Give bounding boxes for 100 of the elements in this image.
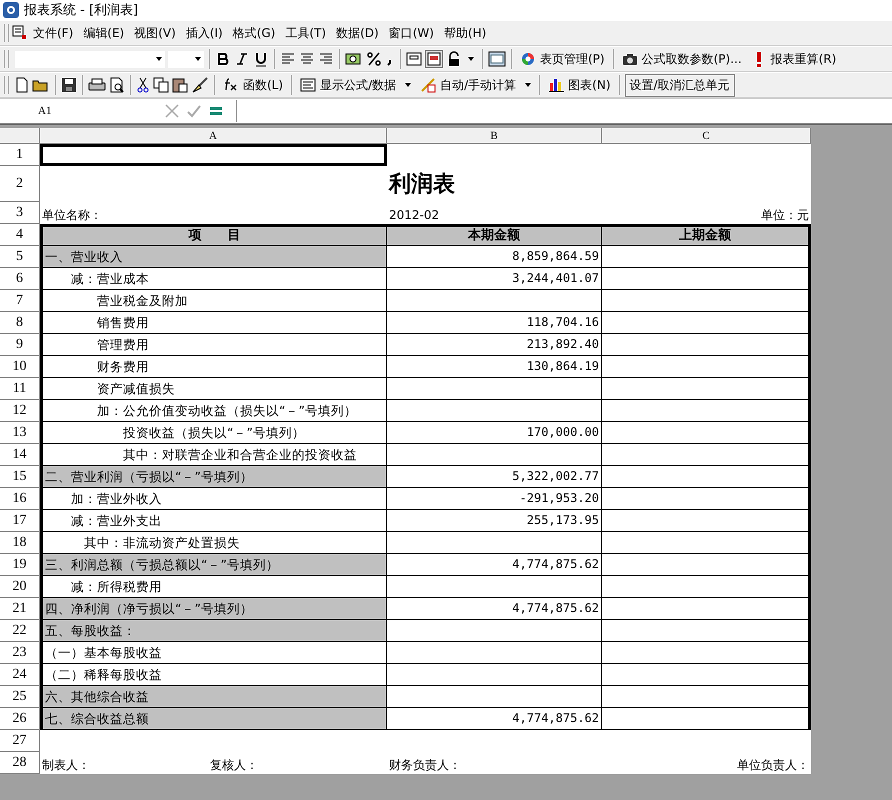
menu-item[interactable]: 数据(D) [331,22,384,44]
column-header[interactable]: A [40,128,387,144]
menu-item[interactable]: 插入(I) [180,22,228,44]
scissors-icon[interactable] [136,77,150,93]
check-icon[interactable] [186,103,202,119]
printer-icon[interactable] [88,77,106,93]
table-cell: 加：公允价值变动收益（损失以“－”号填列） [40,400,387,422]
money-icon[interactable] [345,51,363,67]
row-header[interactable]: 21 [0,598,40,620]
column-header[interactable]: B [387,128,602,144]
document-icon[interactable] [12,25,28,41]
underline-button[interactable] [253,51,269,67]
clipboard-icon[interactable] [172,77,188,93]
row-header[interactable]: 3 [0,202,40,224]
caret-icon[interactable] [468,57,474,61]
border-icon[interactable] [406,51,422,67]
table-cell: 118,704.16 [387,312,602,334]
toolbar-button[interactable]: 设置/取消汇总单元 [624,74,735,96]
row-header[interactable]: 10 [0,356,40,378]
row-header[interactable]: 20 [0,576,40,598]
table-cell: 三、利润总额（亏损总额以“－”号填列） [40,554,387,576]
brush-icon[interactable] [191,77,209,93]
row-header[interactable]: 24 [0,664,40,686]
row-header[interactable]: 22 [0,620,40,642]
table-cell-text: 财务负责人： [388,757,462,774]
row-header[interactable]: 8 [0,312,40,334]
column-heading: 项 目 [40,224,387,246]
row-header[interactable]: 28 [0,752,40,774]
italic-button[interactable] [234,51,250,67]
exclamation-icon [756,52,761,66]
menu-item[interactable]: 文件(F) [28,22,78,44]
table-icon [300,77,316,93]
table-cell: 4,774,875.62 [387,554,602,576]
toolbar-button[interactable]: 函数(L) [220,76,286,94]
row-header[interactable]: 11 [0,378,40,400]
table-cell: 财务费用 [40,356,387,378]
row-header[interactable]: 19 [0,554,40,576]
row-header[interactable]: 23 [0,642,40,664]
percent-icon[interactable] [366,51,382,67]
report-title: 利润表 [388,171,456,199]
table-cell: 五、每股收益： [40,620,387,642]
table-cell: 营业税金及附加 [40,290,387,312]
table-cell-text: 单位负责人： [736,757,810,774]
row-header[interactable]: 9 [0,334,40,356]
row-header[interactable]: 17 [0,510,40,532]
caret-icon[interactable] [525,83,532,87]
menu-item[interactable]: 编辑(E) [78,22,130,44]
bar-chart-icon [548,77,564,93]
row-header[interactable]: 16 [0,488,40,510]
row-header[interactable]: 4 [0,224,40,246]
menu-item[interactable]: 工具(T) [280,22,332,44]
save-icon[interactable] [61,77,77,93]
toolbar-button[interactable]: 报表重算(R) [748,50,840,68]
row-header[interactable]: 13 [0,422,40,444]
window-title: 报表系统 - [利润表] [24,2,138,19]
row-header[interactable]: 25 [0,686,40,708]
function-icon [223,77,239,93]
copy-icon[interactable] [153,77,169,93]
row-header[interactable]: 14 [0,444,40,466]
table-cell-text: 单位：元 [760,207,810,224]
table-cell: 二、营业利润（亏损以“－”号填列） [40,466,387,488]
new-file-icon[interactable] [15,77,29,93]
row-header[interactable]: 7 [0,290,40,312]
row-header[interactable]: 18 [0,532,40,554]
toolbar-button[interactable]: 图表(N) [545,76,614,94]
grid-icon[interactable] [425,50,443,68]
row-header[interactable]: 15 [0,466,40,488]
table-cell: （一）基本每股收益 [40,642,387,664]
column-header[interactable]: C [602,128,811,144]
toolbar-button[interactable]: 表页管理(P) [517,50,608,68]
app-icon[interactable] [3,2,19,18]
select-all-corner[interactable] [0,128,40,144]
menu-item[interactable]: 视图(V) [129,22,181,44]
toolbar-button[interactable]: 显示公式/数据 [297,76,400,94]
toolbar-button[interactable]: 公式取数参数(P)... [618,50,745,68]
preview-icon[interactable] [109,77,125,93]
cell-reference: A1 [37,105,52,117]
table-cell: 一、营业收入 [40,246,387,268]
caret-icon[interactable] [405,83,412,87]
row-header[interactable]: 1 [0,144,40,166]
menu-item[interactable]: 格式(G) [228,22,280,44]
window-icon[interactable] [488,51,506,67]
bold-button[interactable] [215,51,231,67]
menu-item[interactable]: 帮助(H) [438,22,492,44]
row-header[interactable]: 27 [0,730,40,752]
lock-icon[interactable] [446,51,462,67]
table-cell: 170,000.00 [387,422,602,444]
toolbar-button[interactable]: 自动/手动计算 [417,76,520,94]
row-header[interactable]: 26 [0,708,40,730]
table-cell: 减：营业成本 [40,268,387,290]
row-header[interactable]: 2 [0,166,40,202]
column-heading: 本期金额 [387,224,602,246]
caret-icon [195,57,201,61]
row-header[interactable]: 12 [0,400,40,422]
menu-item[interactable]: 窗口(W) [384,22,439,44]
font-size-dropdown[interactable] [168,50,204,68]
row-header[interactable]: 5 [0,246,40,268]
table-cell: 减：营业外支出 [40,510,387,532]
table-cell: 资产减值损失 [40,378,387,400]
row-header[interactable]: 6 [0,268,40,290]
